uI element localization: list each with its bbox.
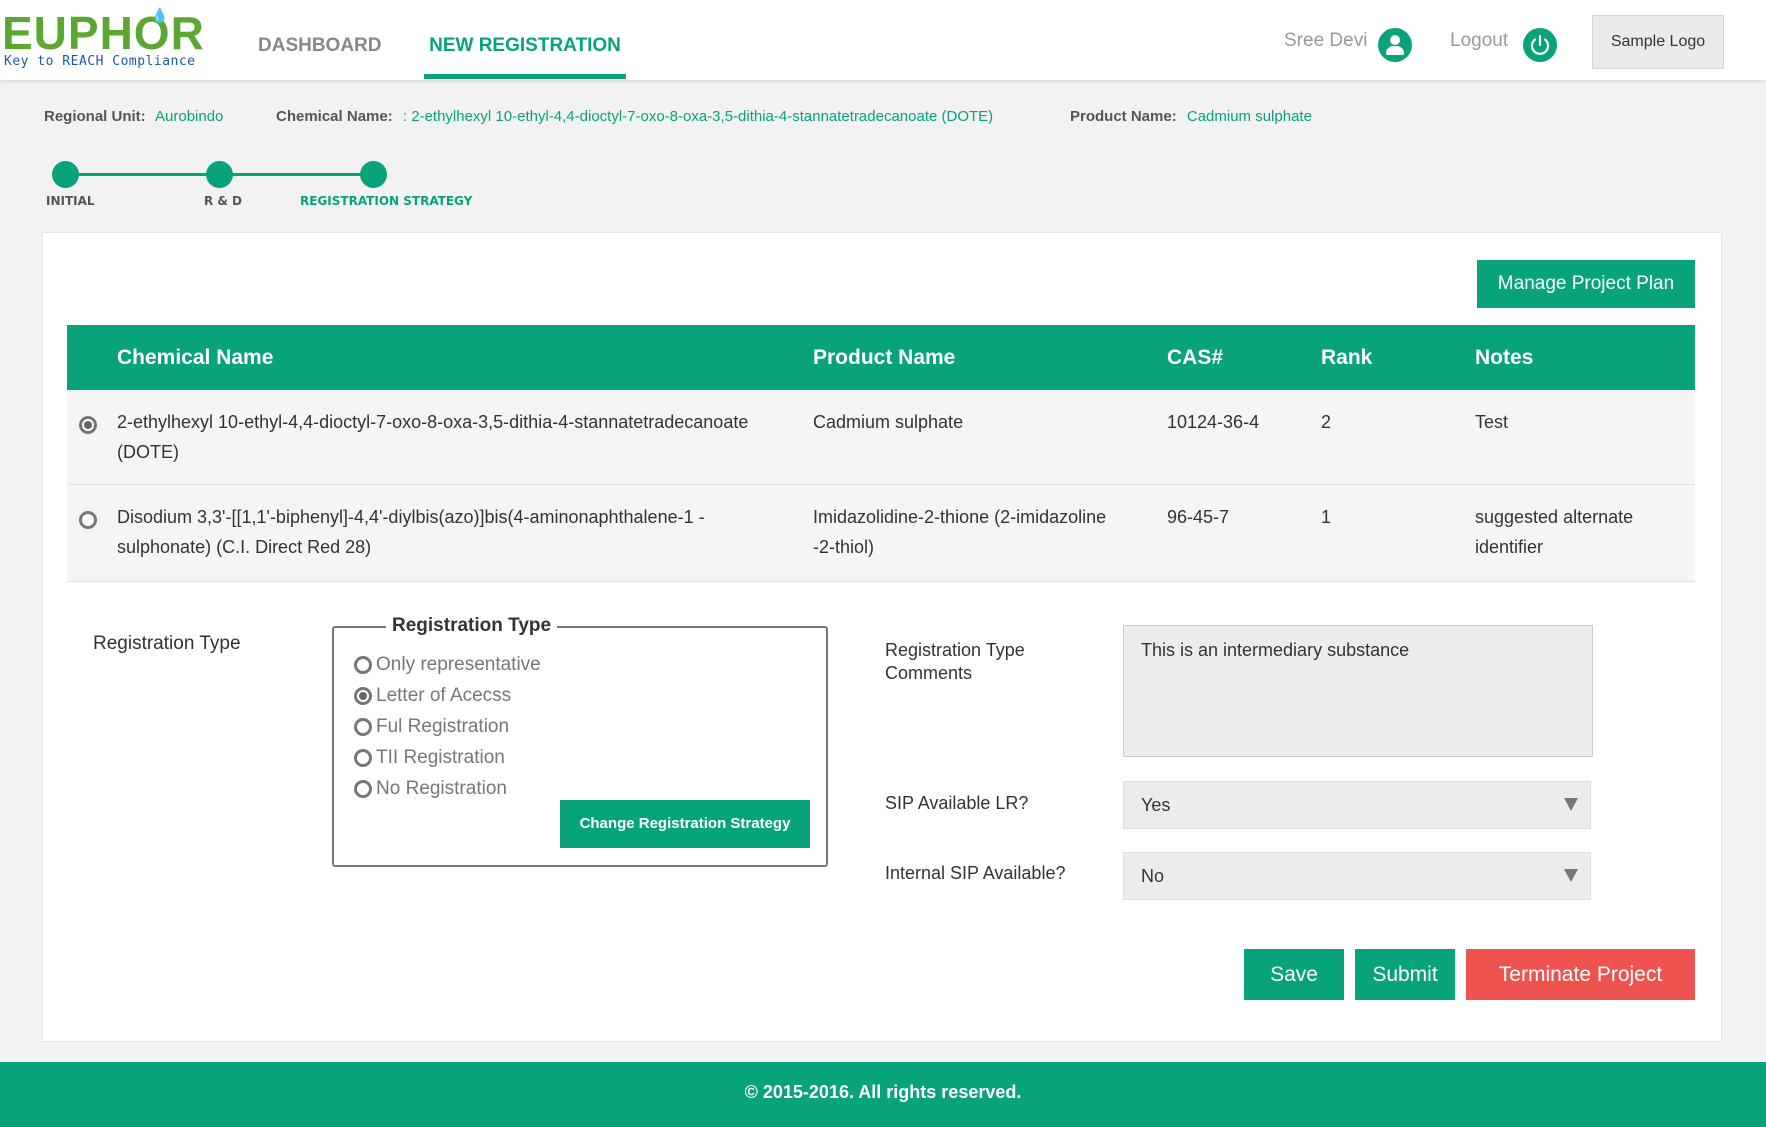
internal-sip-select[interactable]: No [1123,852,1591,900]
table-row[interactable]: 2-ethylhexyl 10-ethyl-4,4-dioctyl-7-oxo-… [67,390,1695,485]
row-chemical-name: Disodium 3,3'-[[1,1'-biphenyl]-4,4'-diyl… [117,507,705,557]
step-registration-strategy-dot[interactable] [360,161,387,188]
nav-new-registration[interactable]: NEW REGISTRATION [424,0,626,79]
row-product-name: Cadmium sulphate [813,412,964,432]
option-label: TII Registration [376,747,505,768]
step-registration-strategy-label: REGISTRATION STRATEGY [300,194,473,208]
app-header: EUPHOR 💧 Key to REACH Compliance DASHBOA… [0,0,1766,80]
registration-comments-label: Registration Type Comments [885,640,1025,683]
option-radio[interactable] [354,718,372,736]
chemical-name-label: Chemical Name: [276,108,393,125]
header-cas: CAS# [1167,346,1224,369]
sip-available-label: SIP Available LR? [885,793,1029,813]
step-rnd-dot[interactable] [206,161,233,188]
caret-down-icon [1564,798,1578,811]
caret-down-icon [1564,869,1578,882]
chemical-name-value: : 2-ethylhexyl 10-ethyl-4,4-dioctyl-7-ox… [402,108,994,125]
sip-available-value: Yes [1141,795,1171,815]
option-label: No Registration [376,778,507,799]
option-label: Only representative [376,654,541,675]
change-registration-strategy-button[interactable]: Change Registration Strategy [560,800,810,848]
logout-link[interactable]: Logout [1450,30,1508,52]
product-name-info: Product Name: Cadmium sulphate [1070,108,1312,125]
regional-unit-label: Regional Unit: [44,108,146,125]
row-notes: suggested alternate identifier [1475,507,1634,557]
regional-unit-value: Aurobindo [155,108,224,125]
product-name-value: Cadmium sulphate [1186,108,1312,125]
terminate-project-button[interactable]: Terminate Project [1466,949,1695,1000]
sample-logo: Sample Logo [1592,15,1724,69]
row-notes: Test [1475,412,1509,432]
footer: © 2015-2016. All rights reserved. [0,1062,1766,1127]
table-row[interactable]: Disodium 3,3'-[[1,1'-biphenyl]-4,4'-diyl… [67,485,1695,582]
user-avatar-icon[interactable] [1378,28,1412,62]
row-select-radio[interactable] [79,416,97,434]
row-rank: 2 [1321,412,1332,432]
save-button[interactable]: Save [1244,949,1344,1000]
registration-card: Manage Project Plan Chemical Name Produc… [42,232,1722,1042]
internal-sip-value: No [1141,866,1165,886]
registration-type-legend: Registration Type [386,615,558,637]
step-initial-dot[interactable] [52,161,79,188]
logo-tagline: Key to REACH Compliance [4,54,196,69]
manage-project-plan-button[interactable]: Manage Project Plan [1477,260,1695,308]
logo-wordmark: EUPHOR [2,7,205,59]
row-cas: 96-45-7 [1167,507,1230,527]
option-radio[interactable] [354,780,372,798]
user-name: Sree Devi [1284,30,1368,51]
registration-comments-textarea[interactable]: This is an intermediary substance [1123,625,1593,757]
row-product-name: Imidazolidine-2-thione (2-imidazoline -2… [813,507,1107,557]
power-icon[interactable] [1523,28,1557,62]
nav-dashboard[interactable]: DASHBOARD [258,0,382,80]
product-name-label: Product Name: [1070,108,1177,125]
row-select-radio[interactable] [79,511,97,529]
option-radio[interactable] [354,749,372,767]
registration-type-fieldset: Registration Type Only representative Le… [332,615,828,867]
progress-stepper: INITIAL R & D REGISTRATION STRATEGY [40,158,480,218]
option-label: Ful Registration [376,716,510,737]
chemical-table: Chemical Name Product Name CAS# Rank Not… [67,325,1695,582]
step-initial-label: INITIAL [46,194,95,208]
option-label: Letter of Acecss [376,685,512,706]
header-chemical-name: Chemical Name [117,346,274,369]
euphor-logo[interactable]: EUPHOR 💧 Key to REACH Compliance [2,8,217,70]
row-rank: 1 [1321,507,1332,527]
internal-sip-label: Internal SIP Available? [885,863,1066,883]
chemical-name-info: Chemical Name: : 2-ethylhexyl 10-ethyl-4… [276,108,993,125]
option-radio[interactable] [354,687,372,705]
regional-unit-info: Regional Unit: Aurobindo [44,108,223,125]
row-cas: 10124-36-4 [1167,412,1260,432]
header-rank: Rank [1321,346,1373,369]
registration-type-label: Registration Type [93,633,241,654]
row-chemical-name: 2-ethylhexyl 10-ethyl-4,4-dioctyl-7-oxo-… [117,412,749,462]
table-header: Chemical Name Product Name CAS# Rank Not… [67,325,1695,390]
submit-button[interactable]: Submit [1355,949,1455,1000]
step-rnd-label: R & D [204,194,243,208]
option-radio[interactable] [354,656,372,674]
header-notes: Notes [1475,346,1534,369]
header-product-name: Product Name [813,346,956,369]
water-drop-icon: 💧 [151,8,169,24]
sip-available-select[interactable]: Yes [1123,781,1591,829]
